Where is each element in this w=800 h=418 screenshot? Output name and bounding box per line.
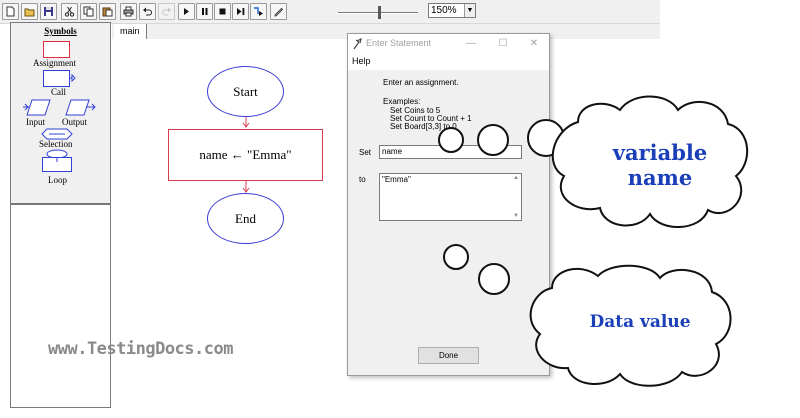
variable-input-value: name bbox=[382, 147, 403, 156]
variable-name-callout: variable name bbox=[585, 140, 735, 190]
start-terminal[interactable]: Start bbox=[207, 66, 284, 117]
textarea-scrollbar[interactable]: ▲ ▼ bbox=[511, 174, 521, 220]
tab-main[interactable]: main bbox=[114, 24, 147, 39]
palette-title: Symbols bbox=[44, 26, 77, 36]
example-3: Set Board[3,3] to 0 bbox=[390, 122, 457, 131]
close-icon[interactable]: ✕ bbox=[527, 37, 541, 51]
minimize-icon[interactable]: — bbox=[464, 37, 478, 51]
zoom-select[interactable]: 150% ▼ bbox=[428, 3, 476, 18]
assignment-block[interactable]: name ← "Emma" bbox=[168, 129, 323, 181]
instruction-text: Enter an assignment. bbox=[383, 78, 459, 87]
step-icon[interactable] bbox=[232, 3, 249, 20]
step-into-icon[interactable] bbox=[250, 3, 267, 20]
data-value-callout: Data value bbox=[589, 312, 691, 332]
scroll-up-icon[interactable]: ▲ bbox=[511, 174, 521, 182]
loop-label: Loop bbox=[48, 175, 67, 185]
examples-label: Examples: bbox=[383, 97, 421, 106]
zoom-level: 150% bbox=[431, 5, 457, 16]
run-icon[interactable] bbox=[178, 3, 195, 20]
undo-icon[interactable] bbox=[139, 3, 156, 20]
assignment-label: Assignment bbox=[33, 58, 77, 68]
maximize-icon[interactable]: ☐ bbox=[496, 37, 510, 51]
paste-icon[interactable] bbox=[99, 3, 116, 20]
call-label: Call bbox=[51, 87, 66, 97]
pause-icon[interactable] bbox=[196, 3, 213, 20]
watermark: www.TestingDocs.com bbox=[48, 339, 233, 359]
value-textarea[interactable]: "Emma" ▲ ▼ bbox=[379, 173, 522, 221]
toolbar: 150% ▼ bbox=[0, 0, 660, 24]
to-label: to bbox=[359, 175, 366, 184]
dialog-menubar: Help bbox=[348, 54, 549, 70]
redo-icon[interactable] bbox=[158, 3, 175, 20]
open-icon[interactable] bbox=[21, 3, 38, 20]
variable-name-callout-line-1: variable bbox=[612, 140, 708, 165]
variable-input[interactable]: name bbox=[379, 145, 522, 159]
set-label: Set bbox=[359, 148, 372, 157]
loop-symbol[interactable] bbox=[41, 149, 73, 178]
save-icon[interactable] bbox=[40, 3, 57, 20]
new-icon[interactable] bbox=[2, 3, 19, 20]
zoom-slider[interactable] bbox=[338, 5, 418, 19]
edit-icon[interactable] bbox=[270, 3, 287, 20]
output-label: Output bbox=[62, 117, 88, 127]
symbols-panel: Symbols Assignment Call Input Output Sel… bbox=[11, 23, 110, 205]
input-label: Input bbox=[26, 117, 45, 127]
selection-label: Selection bbox=[39, 139, 73, 149]
dialog-titlebar: Enter Statement — ☐ ✕ bbox=[348, 34, 549, 54]
chevron-down-icon[interactable]: ▼ bbox=[464, 4, 475, 17]
stop-icon[interactable] bbox=[214, 3, 231, 20]
end-terminal[interactable]: End bbox=[207, 193, 284, 244]
cut-icon[interactable] bbox=[61, 3, 78, 20]
app-icon bbox=[353, 38, 362, 50]
copy-icon[interactable] bbox=[80, 3, 97, 20]
scroll-down-icon[interactable]: ▼ bbox=[511, 212, 521, 220]
variable-name-callout-line-2: name bbox=[627, 165, 693, 191]
enter-statement-dialog: Enter Statement — ☐ ✕ Help Enter an assi… bbox=[347, 33, 550, 376]
print-icon[interactable] bbox=[120, 3, 137, 20]
dialog-title: Enter Statement bbox=[366, 38, 432, 48]
value-textarea-value: "Emma" bbox=[382, 175, 411, 184]
done-button[interactable]: Done bbox=[418, 347, 479, 364]
menu-help[interactable]: Help bbox=[352, 56, 371, 66]
zoom-slider-thumb[interactable] bbox=[378, 6, 381, 19]
